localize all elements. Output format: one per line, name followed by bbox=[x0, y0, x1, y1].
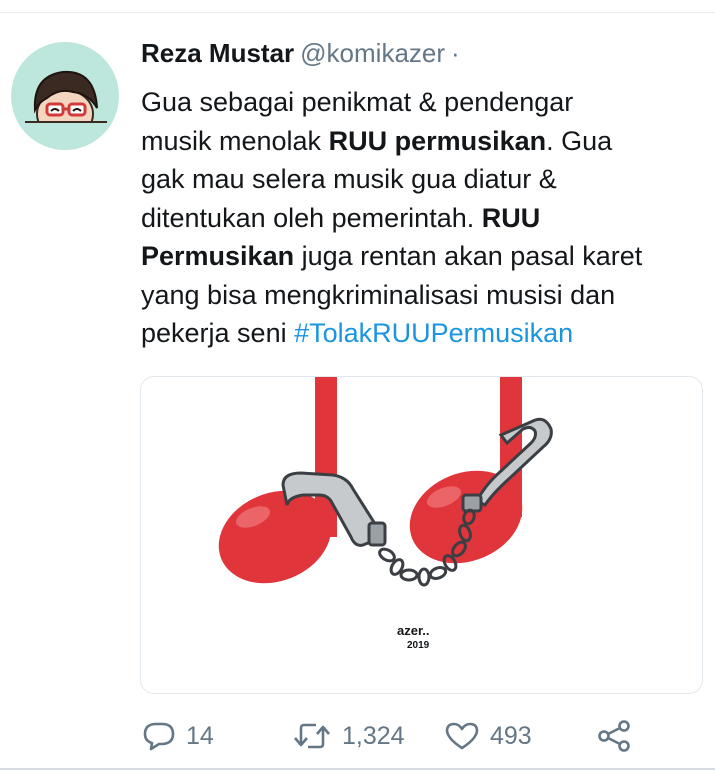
like-count: 493 bbox=[490, 721, 532, 750]
tweet-header: Reza Mustar @komikazer · bbox=[141, 36, 460, 70]
display-name[interactable]: Reza Mustar bbox=[141, 38, 294, 68]
top-divider bbox=[0, 12, 715, 13]
bottom-divider bbox=[0, 768, 715, 770]
avatar[interactable] bbox=[11, 42, 119, 150]
retweet-icon bbox=[294, 723, 330, 749]
retweet-count: 1,324 bbox=[342, 721, 405, 750]
tweet-text-span: juga rentan akan pasal karet bbox=[294, 241, 643, 271]
like-icon bbox=[445, 722, 479, 750]
tweet-media[interactable]: azer.. 2019 bbox=[140, 376, 703, 694]
reply-button[interactable]: 14 bbox=[142, 714, 214, 758]
tweet-line: Permusikan juga rentan akan pasal karet bbox=[141, 237, 711, 276]
share-button[interactable] bbox=[596, 714, 632, 758]
reply-icon bbox=[143, 722, 175, 751]
tweet-text-span: pekerja seni bbox=[141, 318, 295, 348]
like-button[interactable]: 493 bbox=[444, 714, 532, 758]
artist-signature-year: 2019 bbox=[407, 640, 430, 651]
hashtag-link[interactable]: #TolakRUUPermusikan bbox=[294, 318, 573, 348]
tweet-card: Reza Mustar @komikazer · Gua sebagai penik… bbox=[0, 0, 715, 771]
tweet-bold-span: Permusikan bbox=[141, 241, 295, 271]
avatar-illustration bbox=[11, 70, 119, 150]
tweet-line: pekerja seni #TolakRUUPermusikan bbox=[141, 314, 711, 353]
artist-signature: azer.. bbox=[397, 623, 430, 638]
tweet-text-span: . Gua bbox=[546, 125, 613, 156]
reply-count: 14 bbox=[186, 721, 214, 750]
tweet-line: ditentukan oleh pemerintah. RUU bbox=[141, 199, 711, 238]
tweet-line: yang bisa mengkriminalisasi musisi dan bbox=[141, 279, 616, 310]
tweet-text-span: ditentukan oleh pemerintah. bbox=[141, 202, 482, 233]
separator-dot: · bbox=[451, 38, 460, 68]
tweet-actions: 14 1,324 493 bbox=[140, 714, 640, 758]
retweet-button[interactable]: 1,324 bbox=[292, 714, 405, 758]
tweet-bold-span: RUU permusikan bbox=[328, 125, 547, 156]
tweet-line: Gua sebagai penikmat & pendengar bbox=[141, 87, 574, 117]
tweet-line: gak mau selera musik gua diatur & bbox=[141, 164, 557, 194]
tweet-bold-span: RUU bbox=[481, 202, 541, 233]
tweet-line: musik menolak RUU permusikan. Gua bbox=[141, 122, 711, 161]
user-handle[interactable]: @komikazer bbox=[300, 38, 445, 68]
tweet-text: Gua sebagai penikmat & pendengar musik m… bbox=[141, 83, 711, 353]
handcuffed-music-notes-illustration: azer.. 2019 bbox=[218, 377, 553, 651]
share-icon bbox=[598, 720, 630, 752]
tweet-text-span: musik menolak bbox=[141, 125, 329, 156]
